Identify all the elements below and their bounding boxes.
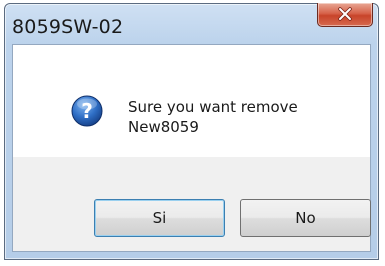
message-line-2: New8059 xyxy=(128,118,199,136)
message-area: ? Sure you want remove New8059 xyxy=(13,45,370,157)
window-title: 8059SW-02 xyxy=(12,16,124,38)
svg-text:?: ? xyxy=(81,99,93,123)
message-text: Sure you want remove New8059 xyxy=(128,97,298,137)
dialog-window: 8059SW-02 ? Sure you want remove New8059… xyxy=(4,3,379,260)
close-icon xyxy=(338,6,352,21)
dialog-body: ? Sure you want remove New8059 Si No xyxy=(12,44,371,252)
yes-button[interactable]: Si xyxy=(94,199,225,237)
no-button[interactable]: No xyxy=(240,199,371,237)
message-line-1: Sure you want remove xyxy=(128,98,298,116)
question-icon: ? xyxy=(71,95,103,127)
close-button[interactable] xyxy=(317,3,373,27)
